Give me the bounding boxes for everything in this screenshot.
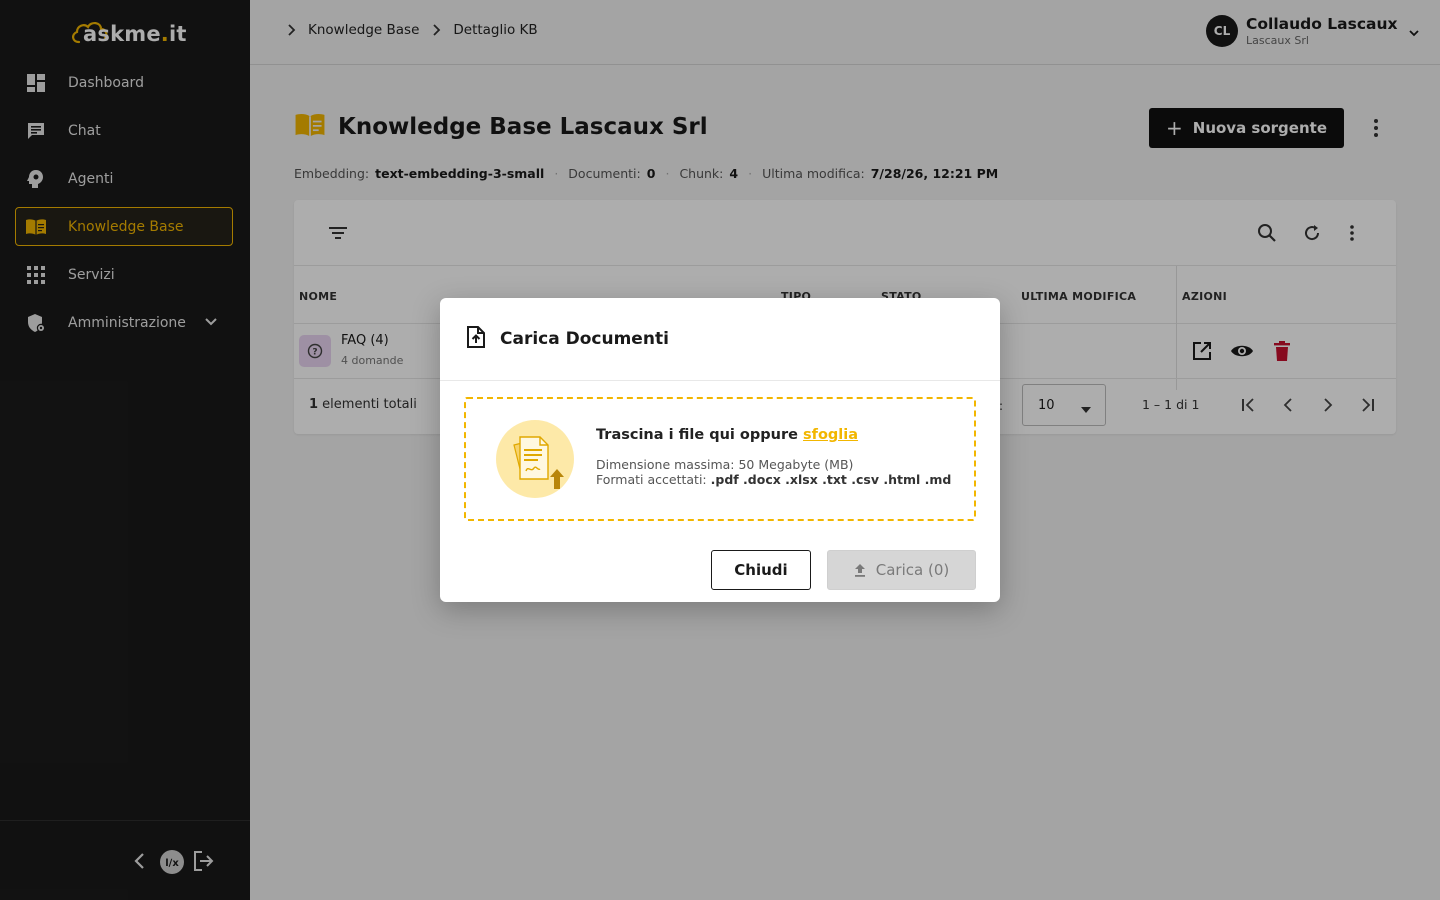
browse-link[interactable]: sfoglia — [803, 427, 858, 443]
file-upload-icon — [466, 326, 486, 352]
dialog-header: Carica Documenti — [440, 298, 1000, 381]
upload-documents-dialog: Carica Documenti Trascina i file qui opp… — [440, 298, 1000, 602]
max-size-text: Dimensione massima: 50 Megabyte (MB) — [596, 457, 854, 472]
document-upload-illustration-icon — [496, 419, 576, 503]
close-button[interactable]: Chiudi — [711, 550, 811, 590]
upload-button-label: Carica (0) — [875, 561, 950, 579]
dialog-title: Carica Documenti — [500, 329, 669, 349]
dropzone-text: Trascina i file qui oppure sfoglia Dimen… — [596, 427, 951, 487]
accepted-formats-text: Formati accettati: .pdf .docx .xlsx .txt… — [596, 472, 952, 487]
upload-icon — [854, 563, 866, 577]
upload-button[interactable]: Carica (0) — [827, 550, 976, 590]
dropzone-instruction: Trascina i file qui oppure sfoglia — [596, 427, 859, 443]
file-dropzone[interactable]: Trascina i file qui oppure sfoglia Dimen… — [464, 397, 976, 521]
